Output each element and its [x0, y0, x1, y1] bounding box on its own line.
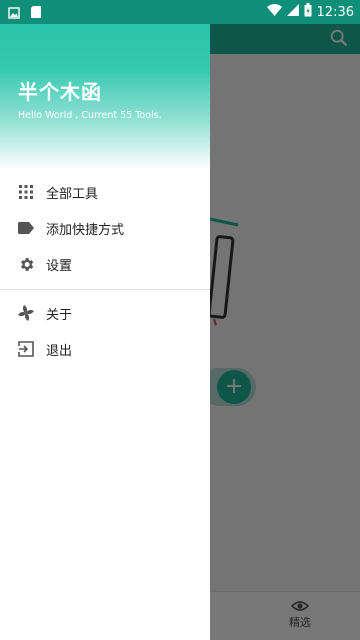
gear-icon	[17, 255, 35, 273]
menu-item-settings[interactable]: 设置	[0, 246, 210, 282]
menu-label: 设置	[46, 258, 73, 274]
status-time: 12:36	[316, 4, 354, 20]
battery-icon	[304, 3, 312, 21]
image-notification-icon	[8, 4, 20, 23]
menu-item-exit[interactable]: 退出	[0, 331, 210, 367]
drawer-menu: 全部工具 添加快捷方式 设置 关于 退出	[0, 174, 210, 367]
grid-icon	[17, 183, 35, 201]
drawer-header: 半个木函 Hello World , Current 55 Tools.	[0, 0, 210, 170]
menu-item-all-tools[interactable]: 全部工具	[0, 174, 210, 210]
menu-label: 退出	[46, 343, 73, 359]
pinwheel-icon	[17, 304, 35, 322]
menu-label: 关于	[46, 307, 73, 323]
menu-item-add-shortcut[interactable]: 添加快捷方式	[0, 210, 210, 246]
menu-label: 添加快捷方式	[46, 222, 125, 238]
menu-divider	[0, 289, 210, 290]
signal-icon	[286, 4, 299, 20]
drawer-title: 半个木函	[18, 80, 102, 104]
label-tag-icon	[17, 219, 35, 237]
sd-card-notification-icon	[30, 4, 42, 23]
status-bar: 12:36	[0, 0, 360, 24]
exit-icon	[17, 340, 35, 358]
drawer-subtitle: Hello World , Current 55 Tools.	[18, 110, 162, 121]
navigation-drawer: 半个木函 Hello World , Current 55 Tools. 全部工…	[0, 0, 210, 640]
wifi-icon	[266, 4, 282, 20]
menu-label: 全部工具	[46, 186, 99, 202]
menu-item-about[interactable]: 关于	[0, 295, 210, 331]
